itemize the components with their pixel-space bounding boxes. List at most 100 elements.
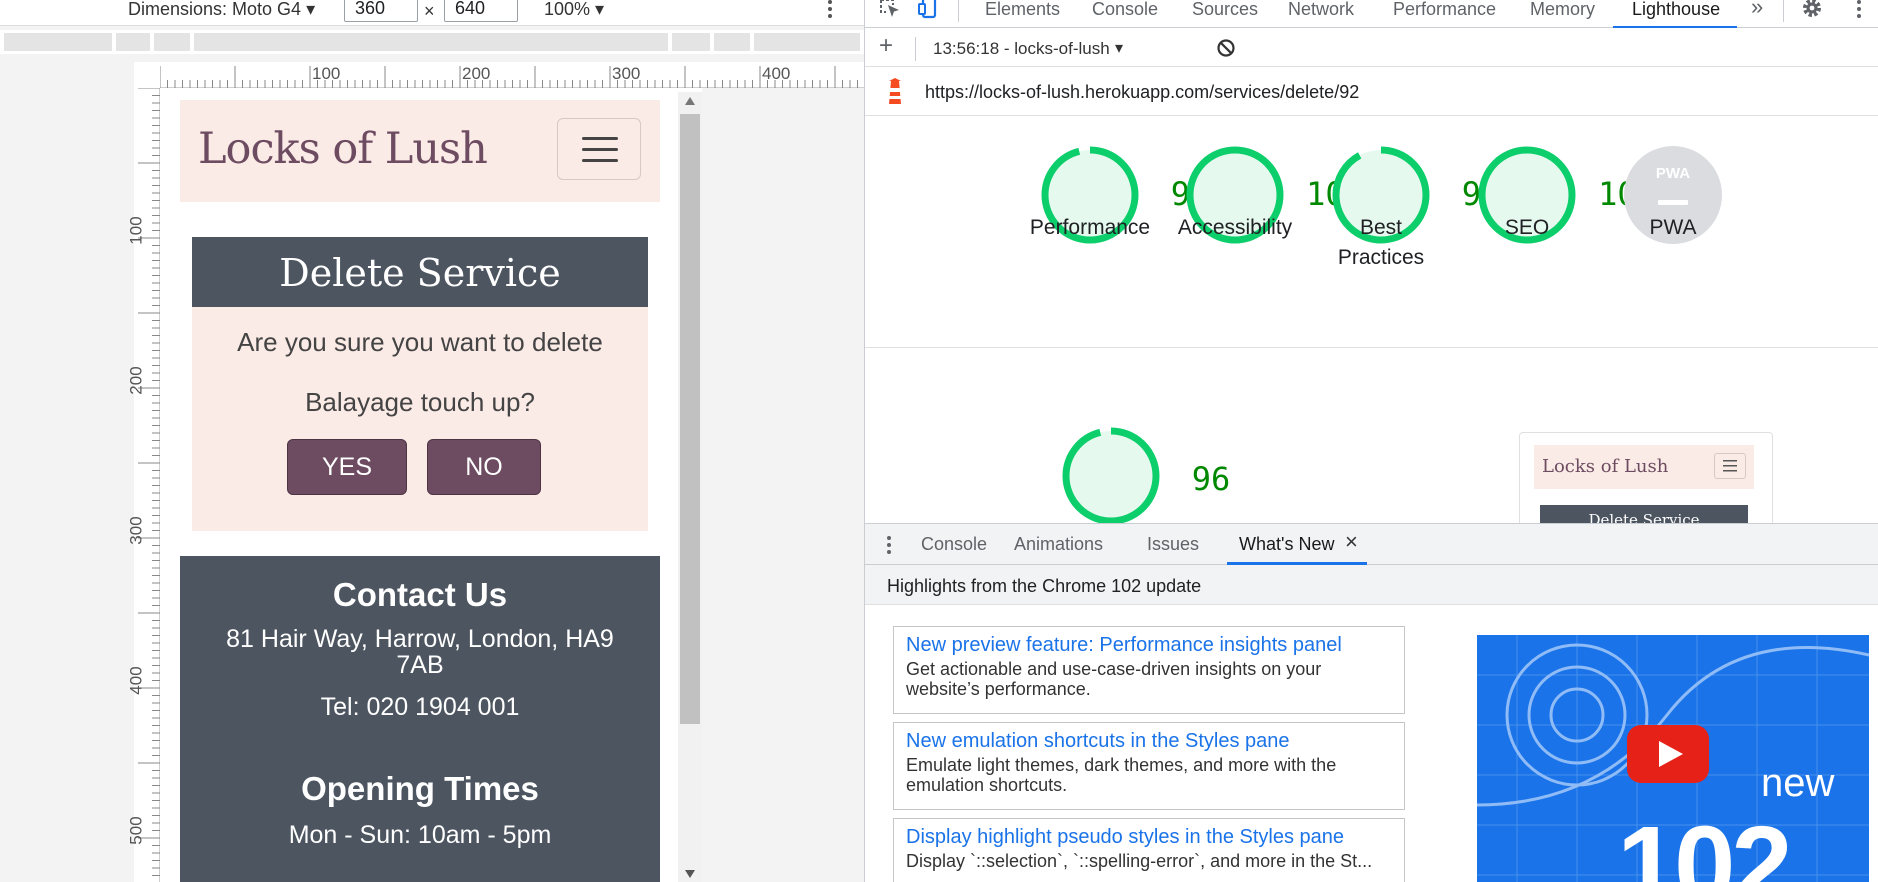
delete-service-title: Delete Service <box>279 251 561 295</box>
site-brand[interactable]: Locks of Lush <box>198 124 488 174</box>
inspect-element-icon[interactable] <box>879 0 901 23</box>
performance-detail-gauge[interactable]: 96 <box>1061 426 1230 523</box>
score-divider <box>865 347 1878 348</box>
ruler-label: 100 <box>312 64 341 83</box>
score-label: Accessibility <box>1177 216 1293 239</box>
hamburger-bar <box>582 148 618 151</box>
device-toolbar: Dimensions: Moto G4 ▾ 360 × 640 100% ▾ <box>0 0 864 26</box>
hamburger-menu-button[interactable] <box>557 118 641 180</box>
media-query-segment[interactable] <box>714 33 750 51</box>
contact-heading: Contact Us <box>332 576 508 613</box>
tab-network[interactable]: Network <box>1288 0 1354 18</box>
scroll-up-arrow-icon[interactable] <box>684 96 696 106</box>
tab-sources[interactable]: Sources <box>1192 0 1258 18</box>
delete-card-header: Delete Service <box>192 237 648 307</box>
news-item-description: Emulate light themes, dark themes, and m… <box>906 755 1337 795</box>
media-query-segment[interactable] <box>154 33 190 51</box>
news-item-title[interactable]: New emulation shortcuts in the Styles pa… <box>906 729 1392 753</box>
news-item-title[interactable]: New preview feature: Performance insight… <box>906 633 1392 657</box>
news-item-title[interactable]: Display highlight pseudo styles in the S… <box>906 825 1392 849</box>
scrollbar-thumb[interactable] <box>680 114 700 724</box>
final-screenshot-thumbnail[interactable]: Locks of Lush Delete Service <box>1519 432 1773 523</box>
device-emulation-pane: Dimensions: Moto G4 ▾ 360 × 640 100% ▾ 1… <box>0 0 864 882</box>
scroll-down-arrow-icon[interactable] <box>684 869 696 879</box>
drawer-tab-animations[interactable]: Animations <box>1014 535 1103 553</box>
chrome-102-promo-video[interactable]: new 102 <box>1477 635 1869 882</box>
ruler-label: 500 <box>126 816 146 845</box>
lighthouse-scores: 96 Performance 100 Accessibility 92 Best Prac… <box>865 117 1878 523</box>
toolbar-separator <box>1783 0 1784 22</box>
media-query-segment[interactable] <box>194 33 668 51</box>
score-label: Performance <box>1029 216 1151 239</box>
thumb-brand: Locks of Lush <box>1542 456 1669 477</box>
thumb-menu-icon <box>1714 453 1746 479</box>
close-tab-icon[interactable]: × <box>1345 531 1358 553</box>
device-dimensions-select[interactable]: Dimensions: Moto G4 ▾ <box>128 0 315 18</box>
device-width-input[interactable]: 360 <box>344 0 418 22</box>
confirm-question: Are you sure you want to delete <box>237 327 603 357</box>
opening-hours: Mon - Sun: 10am - 5pm <box>288 821 552 849</box>
drawer-tab-issues[interactable]: Issues <box>1147 535 1199 553</box>
highlights-title: Highlights from the Chrome 102 update <box>887 576 1202 596</box>
settings-gear-icon[interactable] <box>1801 0 1823 24</box>
opening-heading: Opening Times <box>301 770 539 807</box>
viewport-scrollbar[interactable] <box>678 92 702 882</box>
lighthouse-logo-icon <box>885 78 905 111</box>
thumb-delete-title: Delete Service <box>1588 511 1700 523</box>
media-query-segment[interactable] <box>754 33 860 51</box>
address-line: 7AB <box>396 651 444 679</box>
whats-new-header: Highlights from the Chrome 102 update <box>865 565 1878 605</box>
media-query-segment[interactable] <box>672 33 710 51</box>
news-item-description: Display `::selection`, `::spelling-error… <box>906 851 1373 871</box>
toolbar-separator <box>915 37 916 61</box>
report-select-caret[interactable]: ▾ <box>1115 38 1123 58</box>
news-item[interactable]: New preview feature: Performance insight… <box>893 626 1405 714</box>
more-tabs-icon[interactable]: » <box>1751 0 1763 18</box>
thumb-delete-header: Delete Service <box>1540 505 1748 523</box>
ruler-label: 200 <box>126 366 146 395</box>
tab-console[interactable]: Console <box>1092 0 1158 18</box>
horizontal-ruler: 100 200 300 400 <box>160 62 864 88</box>
news-item-description: Get actionable and use-case-driven insig… <box>906 659 1322 699</box>
whats-new-content: New preview feature: Performance insight… <box>865 605 1878 882</box>
tab-elements[interactable]: Elements <box>985 0 1060 18</box>
youtube-play-icon[interactable] <box>1627 725 1709 788</box>
media-query-segment[interactable] <box>116 33 150 51</box>
promo-new-text: new <box>1761 761 1835 805</box>
vertical-ruler: 100 200 300 400 500 <box>127 88 160 882</box>
toolbar-separator <box>958 0 959 22</box>
site-footer: Contact Us 81 Hair Way, Harrow, London, … <box>180 556 660 882</box>
lighthouse-toolbar: + 13:56:18 - locks-of-lush.heroku ▾ <box>865 29 1878 67</box>
news-item[interactable]: Display highlight pseudo styles in the S… <box>893 818 1405 882</box>
more-options-icon[interactable] <box>826 0 834 23</box>
service-name: Balayage touch up? <box>305 387 535 417</box>
zoom-select[interactable]: 100% ▾ <box>544 0 604 18</box>
clear-reports-icon[interactable] <box>1216 38 1236 63</box>
device-toggle-icon[interactable] <box>917 0 941 25</box>
audited-url[interactable]: https://locks-of-lush.herokuapp.com/serv… <box>925 82 1359 103</box>
ruler-label: 200 <box>462 64 491 83</box>
drawer-tab-whats-new[interactable]: What's New <box>1239 535 1334 553</box>
drawer-tab-console[interactable]: Console <box>921 535 987 553</box>
media-query-bar[interactable] <box>0 30 864 54</box>
new-report-button[interactable]: + <box>879 34 893 58</box>
media-query-segment[interactable] <box>4 33 112 51</box>
news-item[interactable]: New emulation shortcuts in the Styles pa… <box>893 722 1405 810</box>
devtools-menu-icon[interactable] <box>1855 0 1863 25</box>
report-select[interactable]: 13:56:18 - locks-of-lush.heroku <box>933 39 1111 59</box>
audited-url-bar: https://locks-of-lush.herokuapp.com/serv… <box>865 68 1878 116</box>
tab-performance[interactable]: Performance <box>1393 0 1496 18</box>
no-button[interactable]: NO <box>427 439 541 495</box>
pwa-label: PWA <box>1649 216 1697 239</box>
pwa-badge: PWA <box>1655 165 1691 182</box>
hamburger-bar <box>582 137 618 140</box>
device-height-input[interactable]: 640 <box>444 0 518 22</box>
score-label: SEO <box>1504 216 1550 239</box>
phone-number: Tel: 020 1904 001 <box>320 693 520 721</box>
emulated-viewport: Locks of Lush Delete Service Are you sur… <box>160 88 702 882</box>
tab-memory[interactable]: Memory <box>1530 0 1595 18</box>
tab-lighthouse[interactable]: Lighthouse <box>1632 0 1720 18</box>
devtools-tab-bar: Elements Console Sources Network Perform… <box>865 0 1878 28</box>
drawer-menu-icon[interactable] <box>885 534 893 561</box>
yes-button[interactable]: YES <box>287 439 407 495</box>
